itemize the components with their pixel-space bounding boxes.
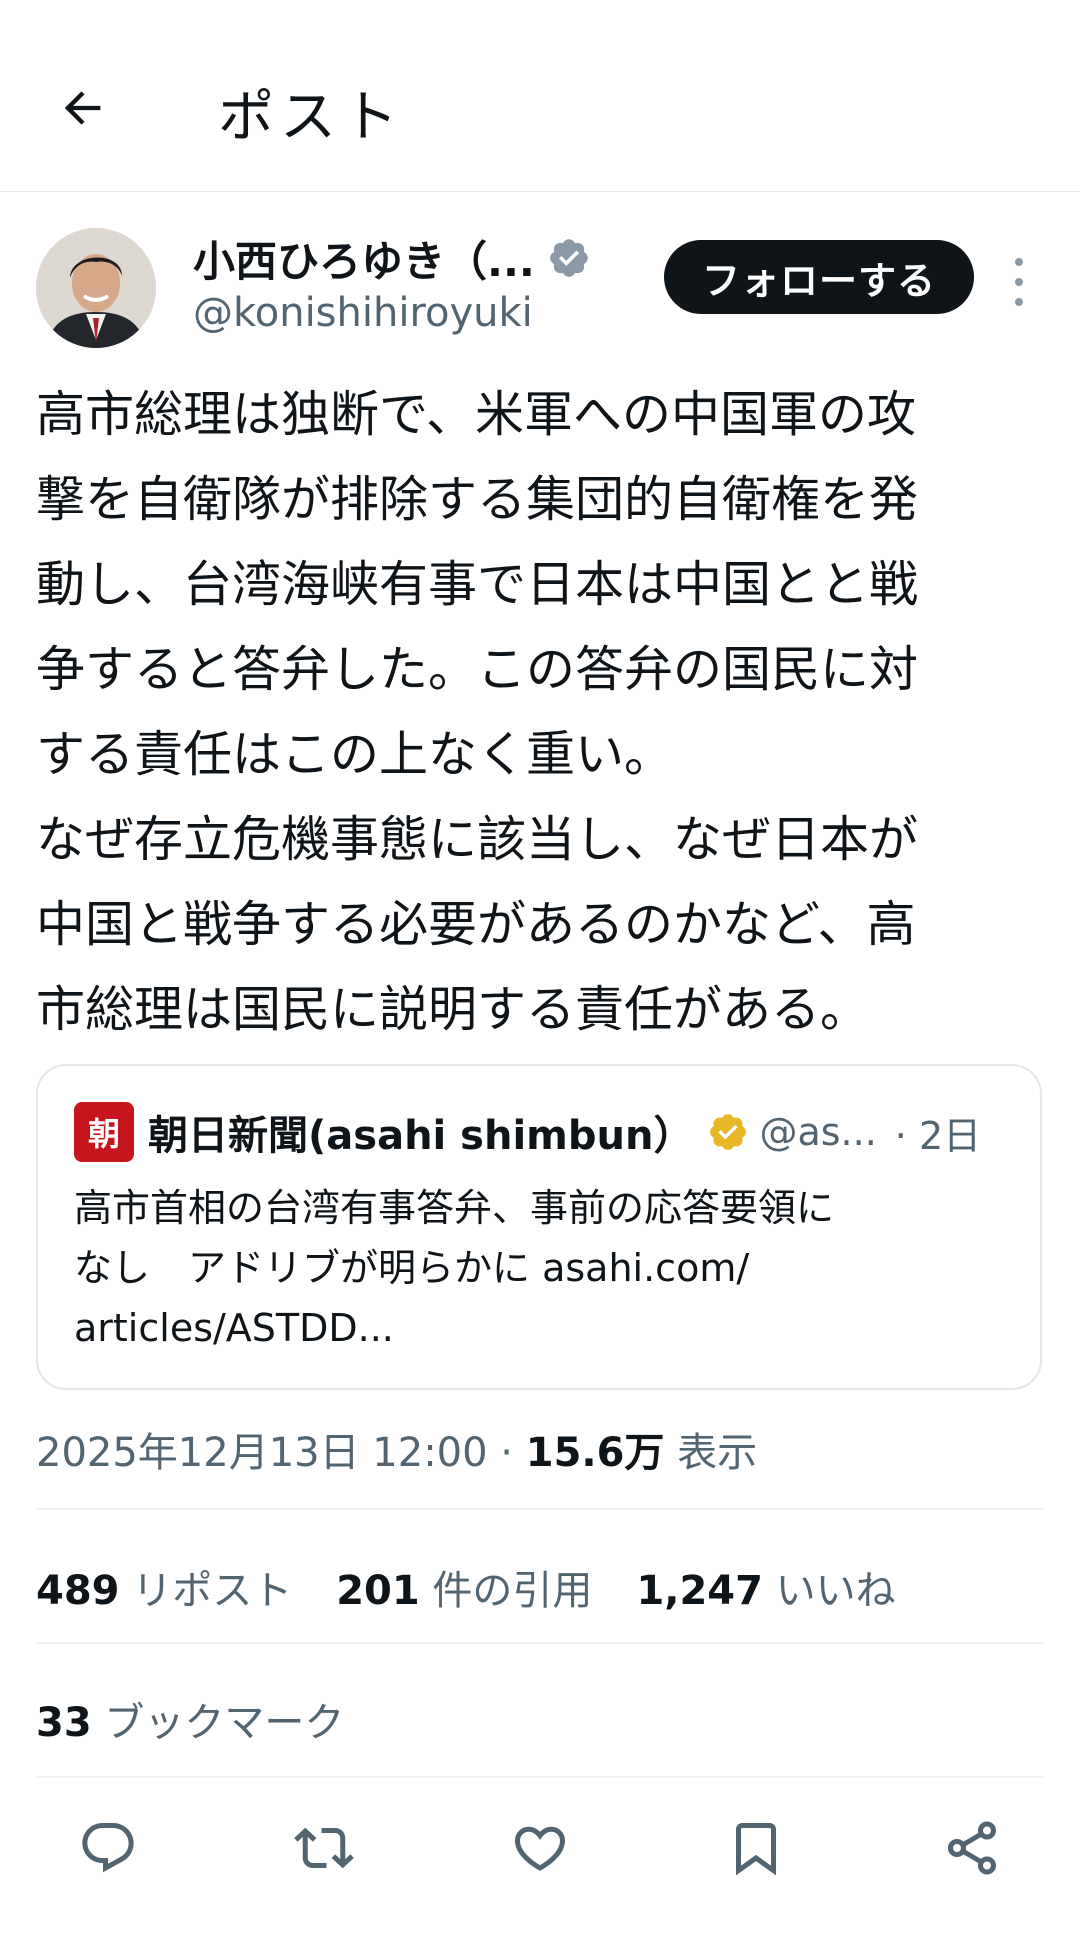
quote-stat[interactable]: 201 件の引用 [336, 1558, 592, 1616]
quote-date: · 2日 [894, 1113, 982, 1158]
tweet-text: 高市総理は独断で、米軍への中国軍の攻 撃を自衛隊が排除する集団的自衛権を発 動し… [36, 372, 1046, 1052]
tweet-line: 動し、台湾海峡有事で日本は中国とと戦 [36, 556, 919, 613]
action-bar [0, 1808, 1080, 1898]
divider [36, 1642, 1044, 1644]
tweet-line: 市総理は国民に説明する責任がある。 [36, 981, 870, 1038]
quoted-tweet-card[interactable]: 朝 朝日新聞(asahi shimbun） @as... · 2日 高市首相の台… [36, 1064, 1042, 1390]
author-row: 小西ひろゆき（... @konishihiroyuki フォローする [0, 222, 1080, 352]
bookmark-button[interactable] [716, 1808, 796, 1888]
author-name[interactable]: 小西ひろゆき（... [193, 228, 535, 289]
tweet-line: 中国と戦争する必要があるのかなど、高 [36, 896, 916, 953]
avatar[interactable] [36, 228, 156, 348]
gold-verified-badge-icon [710, 1114, 747, 1150]
follow-button[interactable]: フォローする [664, 240, 974, 314]
tweet-line: 争すると答弁した。この答弁の国民に対 [36, 641, 919, 698]
tweet-line: 撃を自衛隊が排除する集団的自衛権を発 [36, 471, 919, 528]
reply-icon [82, 1823, 134, 1873]
quote-author-handle: @as... [759, 1110, 877, 1154]
quote-line: なし アドリブが明らかに asahi.com/ [74, 1246, 750, 1290]
timestamp-views: 2025年12月13日 12:00 · 15.6万 表示 [36, 1420, 757, 1478]
divider [36, 1776, 1044, 1778]
bookmark-icon [736, 1823, 776, 1876]
tweet-line: する責任はこの上なく重い。 [36, 726, 674, 783]
back-button[interactable] [45, 70, 121, 146]
quote-line: 高市首相の台湾有事答弁、事前の応答要領に [74, 1186, 835, 1230]
like-stat[interactable]: 1,247 いいね [636, 1558, 895, 1616]
like-button[interactable] [500, 1808, 580, 1888]
like-icon [514, 1826, 566, 1871]
engagement-stats: 489 リポスト 201 件の引用 1,247 いいね [36, 1558, 940, 1616]
share-button[interactable] [932, 1808, 1012, 1888]
quote-author-name: 朝日新聞(asahi shimbun） [148, 1113, 694, 1159]
divider [36, 1508, 1044, 1510]
reply-button[interactable] [68, 1808, 148, 1888]
share-icon [948, 1821, 996, 1875]
tweet-line: なぜ存立危機事態に該当し、なぜ日本が [36, 811, 919, 868]
arrow-left-icon [64, 91, 101, 125]
views-count: 15.6万 [525, 1430, 665, 1476]
top-bar: ポスト [0, 0, 1080, 192]
repost-button[interactable] [284, 1808, 364, 1888]
repost-stat[interactable]: 489 リポスト [36, 1558, 292, 1616]
author-handle[interactable]: @konishihiroyuki [193, 290, 533, 336]
views-label: 表示 [664, 1430, 758, 1476]
asahi-logo: 朝 [74, 1102, 134, 1162]
verified-badge-icon [550, 239, 588, 277]
bookmark-stat[interactable]: 33 ブックマーク [36, 1690, 344, 1748]
repost-icon [294, 1827, 354, 1869]
quote-line: articles/ASTDD... [74, 1306, 394, 1350]
timestamp[interactable]: 2025年12月13日 12:00 · [36, 1430, 526, 1476]
quote-text: 高市首相の台湾有事答弁、事前の応答要領に なし アドリブが明らかに asahi.… [74, 1178, 1004, 1358]
tweet-line: 高市総理は独断で、米軍への中国軍の攻 [36, 386, 917, 443]
more-vertical-icon[interactable] [1004, 252, 1034, 312]
page-title: ポスト [218, 85, 404, 150]
